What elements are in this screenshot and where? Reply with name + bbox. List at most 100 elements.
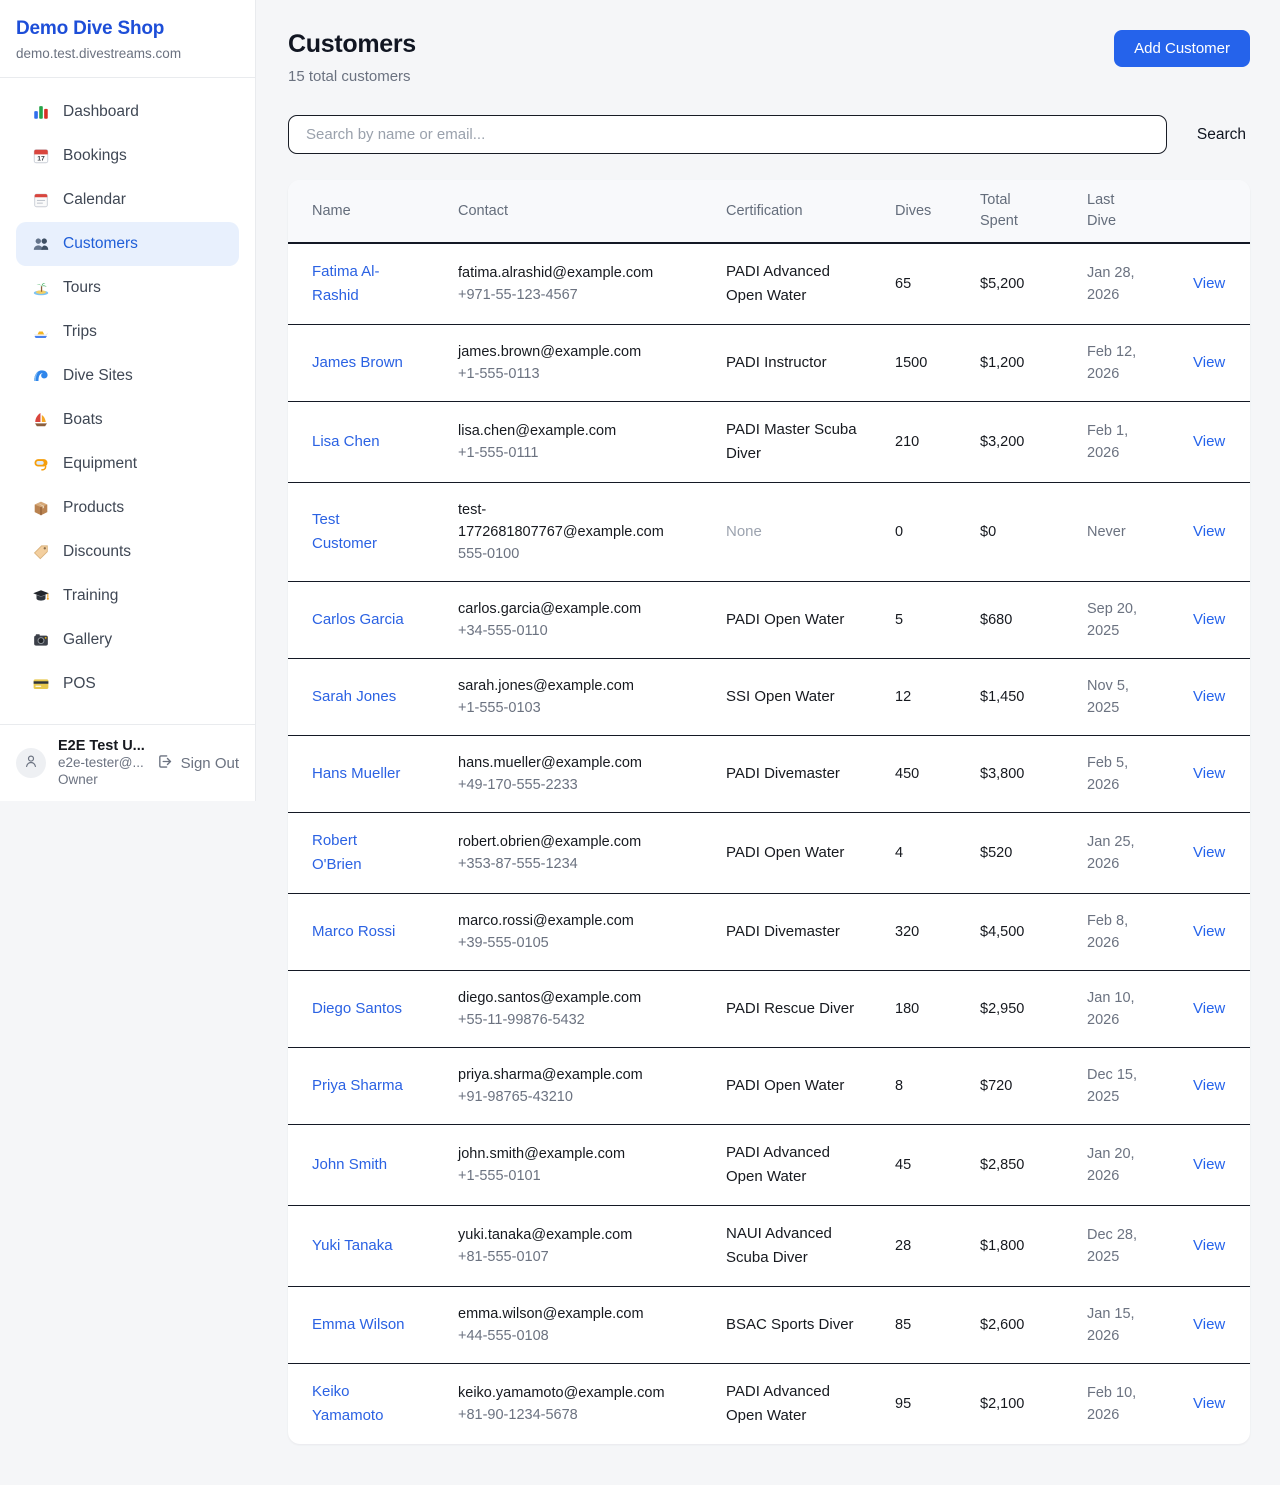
- user-email: e2e-tester@...: [58, 754, 144, 771]
- contact-cell: john.smith@example.com+1-555-0101: [458, 1127, 726, 1203]
- tours-icon: [31, 279, 50, 298]
- view-link[interactable]: View: [1193, 1000, 1225, 1017]
- total-spent: $0: [980, 508, 1087, 556]
- view-link[interactable]: View: [1193, 844, 1225, 861]
- sidebar-item-trips[interactable]: Trips: [16, 310, 239, 354]
- dives-count: 28: [895, 1222, 980, 1270]
- view-cell: View: [1193, 984, 1250, 1034]
- customer-name-link[interactable]: James Brown: [312, 351, 403, 375]
- dives-count: 95: [895, 1380, 980, 1428]
- view-link[interactable]: View: [1193, 275, 1225, 292]
- sidebar-item-customers[interactable]: Customers: [16, 222, 239, 266]
- customer-name-link[interactable]: Hans Mueller: [312, 762, 400, 786]
- sidebar-item-equipment[interactable]: Equipment: [16, 442, 239, 486]
- sidebar-item-training[interactable]: Training: [16, 574, 239, 618]
- customer-email: sarah.jones@example.com: [458, 675, 676, 697]
- sidebar-item-dashboard[interactable]: Dashboard: [16, 90, 239, 134]
- view-link[interactable]: View: [1193, 1237, 1225, 1254]
- view-link[interactable]: View: [1193, 354, 1225, 371]
- certification-text: PADI Advanced Open Water: [726, 260, 858, 308]
- sidebar-item-pos[interactable]: POS: [16, 662, 239, 706]
- name-cell: James Brown: [288, 335, 458, 391]
- column-header-name: Name: [288, 191, 458, 232]
- certification-cell: PADI Instructor: [726, 335, 895, 391]
- view-cell: View: [1193, 259, 1250, 309]
- sidebar-item-calendar[interactable]: Calendar: [16, 178, 239, 222]
- view-link[interactable]: View: [1193, 523, 1225, 540]
- customer-count: 15 total customers: [288, 68, 416, 85]
- last-dive-date: Dec 15, 2025: [1087, 1064, 1153, 1108]
- dive-sites-icon: [31, 367, 50, 386]
- certification-text: PADI Advanced Open Water: [726, 1380, 858, 1428]
- dives-count: 65: [895, 260, 980, 308]
- view-cell: View: [1193, 1140, 1250, 1190]
- page-header-text: Customers 15 total customers: [288, 30, 416, 85]
- view-link[interactable]: View: [1193, 1077, 1225, 1094]
- total-spent: $2,850: [980, 1141, 1087, 1189]
- customer-name-link[interactable]: Test Customer: [312, 508, 408, 556]
- last-dive-date: Feb 8, 2026: [1087, 910, 1153, 954]
- customer-email: carlos.garcia@example.com: [458, 598, 676, 620]
- search-button[interactable]: Search: [1193, 126, 1250, 144]
- customer-phone: +49-170-555-2233: [458, 774, 710, 796]
- total-spent: $1,800: [980, 1222, 1087, 1270]
- sidebar-item-label: Dive Sites: [63, 367, 133, 385]
- dives-count: 45: [895, 1141, 980, 1189]
- sidebar-item-boats[interactable]: Boats: [16, 398, 239, 442]
- customer-phone: +39-555-0105: [458, 932, 710, 954]
- last-dive-cell: Feb 1, 2026: [1087, 404, 1193, 480]
- column-header-certification: Certification: [726, 191, 895, 232]
- view-link[interactable]: View: [1193, 765, 1225, 782]
- name-cell: Robert O'Brien: [288, 813, 458, 893]
- sidebar-item-discounts[interactable]: Discounts: [16, 530, 239, 574]
- contact-cell: keiko.yamamoto@example.com+81-90-1234-56…: [458, 1366, 726, 1442]
- view-cell: View: [1193, 1300, 1250, 1350]
- customer-name-link[interactable]: Robert O'Brien: [312, 829, 408, 877]
- customer-name-link[interactable]: Carlos Garcia: [312, 608, 404, 632]
- customer-name-link[interactable]: Keiko Yamamoto: [312, 1380, 408, 1428]
- contact-cell: robert.obrien@example.com+353-87-555-123…: [458, 815, 726, 891]
- view-link[interactable]: View: [1193, 1156, 1225, 1173]
- sidebar-item-products[interactable]: Products: [16, 486, 239, 530]
- sidebar-item-gallery[interactable]: Gallery: [16, 618, 239, 662]
- customer-name-link[interactable]: John Smith: [312, 1153, 387, 1177]
- certification-text: PADI Open Water: [726, 608, 858, 632]
- customer-email: yuki.tanaka@example.com: [458, 1224, 676, 1246]
- sidebar-item-label: Tours: [63, 279, 101, 297]
- customer-name-link[interactable]: Diego Santos: [312, 997, 402, 1021]
- view-link[interactable]: View: [1193, 1316, 1225, 1333]
- certification-cell: SSI Open Water: [726, 669, 895, 725]
- boats-icon: [31, 411, 50, 430]
- certification-text: PADI Rescue Diver: [726, 997, 858, 1021]
- customer-name-link[interactable]: Priya Sharma: [312, 1074, 403, 1098]
- sidebar-item-tours[interactable]: Tours: [16, 266, 239, 310]
- view-link[interactable]: View: [1193, 923, 1225, 940]
- certification-text: PADI Divemaster: [726, 920, 858, 944]
- sign-out-button[interactable]: Sign Out: [156, 753, 239, 774]
- add-customer-button[interactable]: Add Customer: [1114, 30, 1250, 67]
- certification-cell: PADI Open Water: [726, 1058, 895, 1114]
- column-header-actions: [1193, 201, 1250, 221]
- svg-text:17: 17: [37, 156, 45, 163]
- total-spent: $680: [980, 596, 1087, 644]
- view-link[interactable]: View: [1193, 433, 1225, 450]
- customer-name-link[interactable]: Yuki Tanaka: [312, 1234, 393, 1258]
- view-link[interactable]: View: [1193, 1395, 1225, 1412]
- customer-name-link[interactable]: Sarah Jones: [312, 685, 396, 709]
- customer-name-link[interactable]: Marco Rossi: [312, 920, 395, 944]
- search-input[interactable]: [288, 115, 1167, 154]
- customer-name-link[interactable]: Emma Wilson: [312, 1313, 405, 1337]
- last-dive-date: Feb 1, 2026: [1087, 420, 1153, 464]
- name-cell: Priya Sharma: [288, 1058, 458, 1114]
- view-link[interactable]: View: [1193, 688, 1225, 705]
- customer-name-link[interactable]: Lisa Chen: [312, 430, 380, 454]
- sidebar-item-bookings[interactable]: 17Bookings: [16, 134, 239, 178]
- user-icon: [23, 753, 39, 774]
- certification-cell: PADI Advanced Open Water: [726, 244, 895, 324]
- contact-cell: test-1772681807767@example.com555-0100: [458, 483, 726, 581]
- customer-name-link[interactable]: Fatima Al-Rashid: [312, 260, 408, 308]
- view-link[interactable]: View: [1193, 611, 1225, 628]
- table-row: Diego Santosdiego.santos@example.com+55-…: [288, 971, 1250, 1048]
- sidebar-item-dive-sites[interactable]: Dive Sites: [16, 354, 239, 398]
- last-dive-date: Jan 20, 2026: [1087, 1143, 1153, 1187]
